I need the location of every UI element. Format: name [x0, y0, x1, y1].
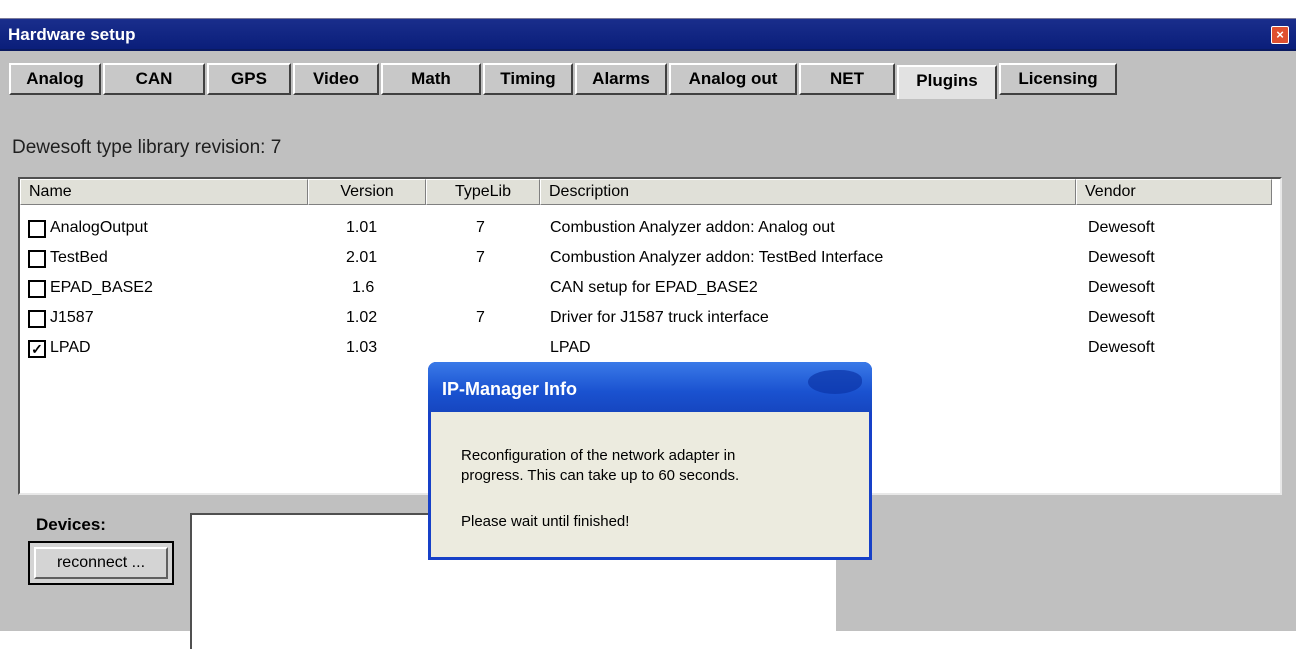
dialog-message-line: Please wait until finished! — [461, 513, 630, 530]
plugin-vendor: Dewesoft — [1088, 219, 1155, 236]
plugin-description: LPAD — [550, 339, 591, 356]
plugin-name: LPAD — [50, 339, 91, 356]
list-header: Name Version TypeLib Description Vendor — [20, 179, 1280, 205]
title-bar[interactable]: Hardware setup × — [0, 19, 1296, 51]
plugin-version: 1.03 — [346, 339, 378, 356]
tab-gps[interactable]: GPS — [207, 63, 291, 95]
plugin-name: EPAD_BASE2 — [50, 279, 153, 296]
plugin-vendor: Dewesoft — [1088, 279, 1155, 296]
column-name[interactable]: Name — [20, 179, 308, 205]
tab-timing[interactable]: Timing — [483, 63, 573, 95]
plugin-checkbox[interactable] — [28, 220, 46, 238]
plugin-version: 1.01 — [346, 219, 378, 236]
plugin-vendor: Dewesoft — [1088, 249, 1155, 266]
plugin-description: Combustion Analyzer addon: Analog out — [550, 219, 835, 236]
tab-can[interactable]: CAN — [103, 63, 205, 95]
plugin-name: J1587 — [50, 309, 94, 326]
reconnect-button[interactable]: reconnect ... — [28, 541, 174, 585]
tab-math[interactable]: Math — [381, 63, 481, 95]
devices-label: Devices: — [36, 515, 106, 534]
ip-manager-dialog: IP-Manager Info Reconfiguration of the n… — [428, 362, 872, 560]
plugin-description: Combustion Analyzer addon: TestBed Inter… — [550, 249, 884, 266]
plugin-row[interactable]: TestBed 2.01 7 Combustion Analyzer addon… — [20, 243, 1280, 273]
typelib-revision: Dewesoft type library revision: 7 — [12, 137, 282, 158]
plugin-checkbox[interactable] — [28, 250, 46, 268]
tab-analog[interactable]: Analog — [9, 63, 101, 95]
plugin-checkbox[interactable] — [28, 280, 46, 298]
tab-net[interactable]: NET — [799, 63, 895, 95]
plugin-row[interactable]: J1587 1.02 7 Driver for J1587 truck inte… — [20, 303, 1280, 333]
column-description[interactable]: Description — [540, 179, 1076, 205]
reconnect-button-label: reconnect ... — [34, 547, 168, 579]
checkmark-icon[interactable]: ✓ — [28, 340, 46, 358]
dialog-message-line: Reconfiguration of the network adapter i… — [461, 447, 736, 464]
window-title: Hardware setup — [8, 25, 136, 44]
plugin-description: Driver for J1587 truck interface — [550, 309, 769, 326]
tab-plugins[interactable]: Plugins — [897, 65, 997, 99]
plugin-version: 1.02 — [346, 309, 378, 326]
column-vendor[interactable]: Vendor — [1076, 179, 1272, 205]
plugin-typelib: 7 — [476, 309, 485, 326]
plugin-row[interactable]: ✓ LPAD 1.03 LPAD Dewesoft — [20, 333, 1280, 363]
close-icon[interactable]: × — [1271, 26, 1289, 44]
tab-alarms[interactable]: Alarms — [575, 63, 667, 95]
plugin-vendor: Dewesoft — [1088, 339, 1155, 356]
plugin-typelib: 7 — [476, 249, 485, 266]
column-version[interactable]: Version — [308, 179, 426, 205]
plugin-name: AnalogOutput — [50, 219, 148, 236]
dialog-message-line: progress. This can take up to 60 seconds… — [461, 467, 740, 484]
plugin-vendor: Dewesoft — [1088, 309, 1155, 326]
plugin-checkbox[interactable] — [28, 310, 46, 328]
plugin-typelib: 7 — [476, 219, 485, 236]
tab-analog-out[interactable]: Analog out — [669, 63, 797, 95]
tab-licensing[interactable]: Licensing — [999, 63, 1117, 95]
dialog-title: IP-Manager Info — [442, 379, 578, 399]
plugin-version: 2.01 — [346, 249, 378, 266]
plugin-row[interactable]: AnalogOutput 1.01 7 Combustion Analyzer … — [20, 213, 1280, 243]
plugin-row[interactable]: EPAD_BASE2 1.6 CAN setup for EPAD_BASE2 … — [20, 273, 1280, 303]
plugin-version: 1.6 — [352, 279, 375, 296]
plugin-description: CAN setup for EPAD_BASE2 — [550, 279, 758, 296]
title-decoration — [808, 370, 862, 394]
tab-video[interactable]: Video — [293, 63, 379, 95]
dialog-title-bar[interactable]: IP-Manager Info — [428, 362, 872, 412]
plugin-name: TestBed — [50, 249, 108, 266]
column-typelib[interactable]: TypeLib — [426, 179, 540, 205]
